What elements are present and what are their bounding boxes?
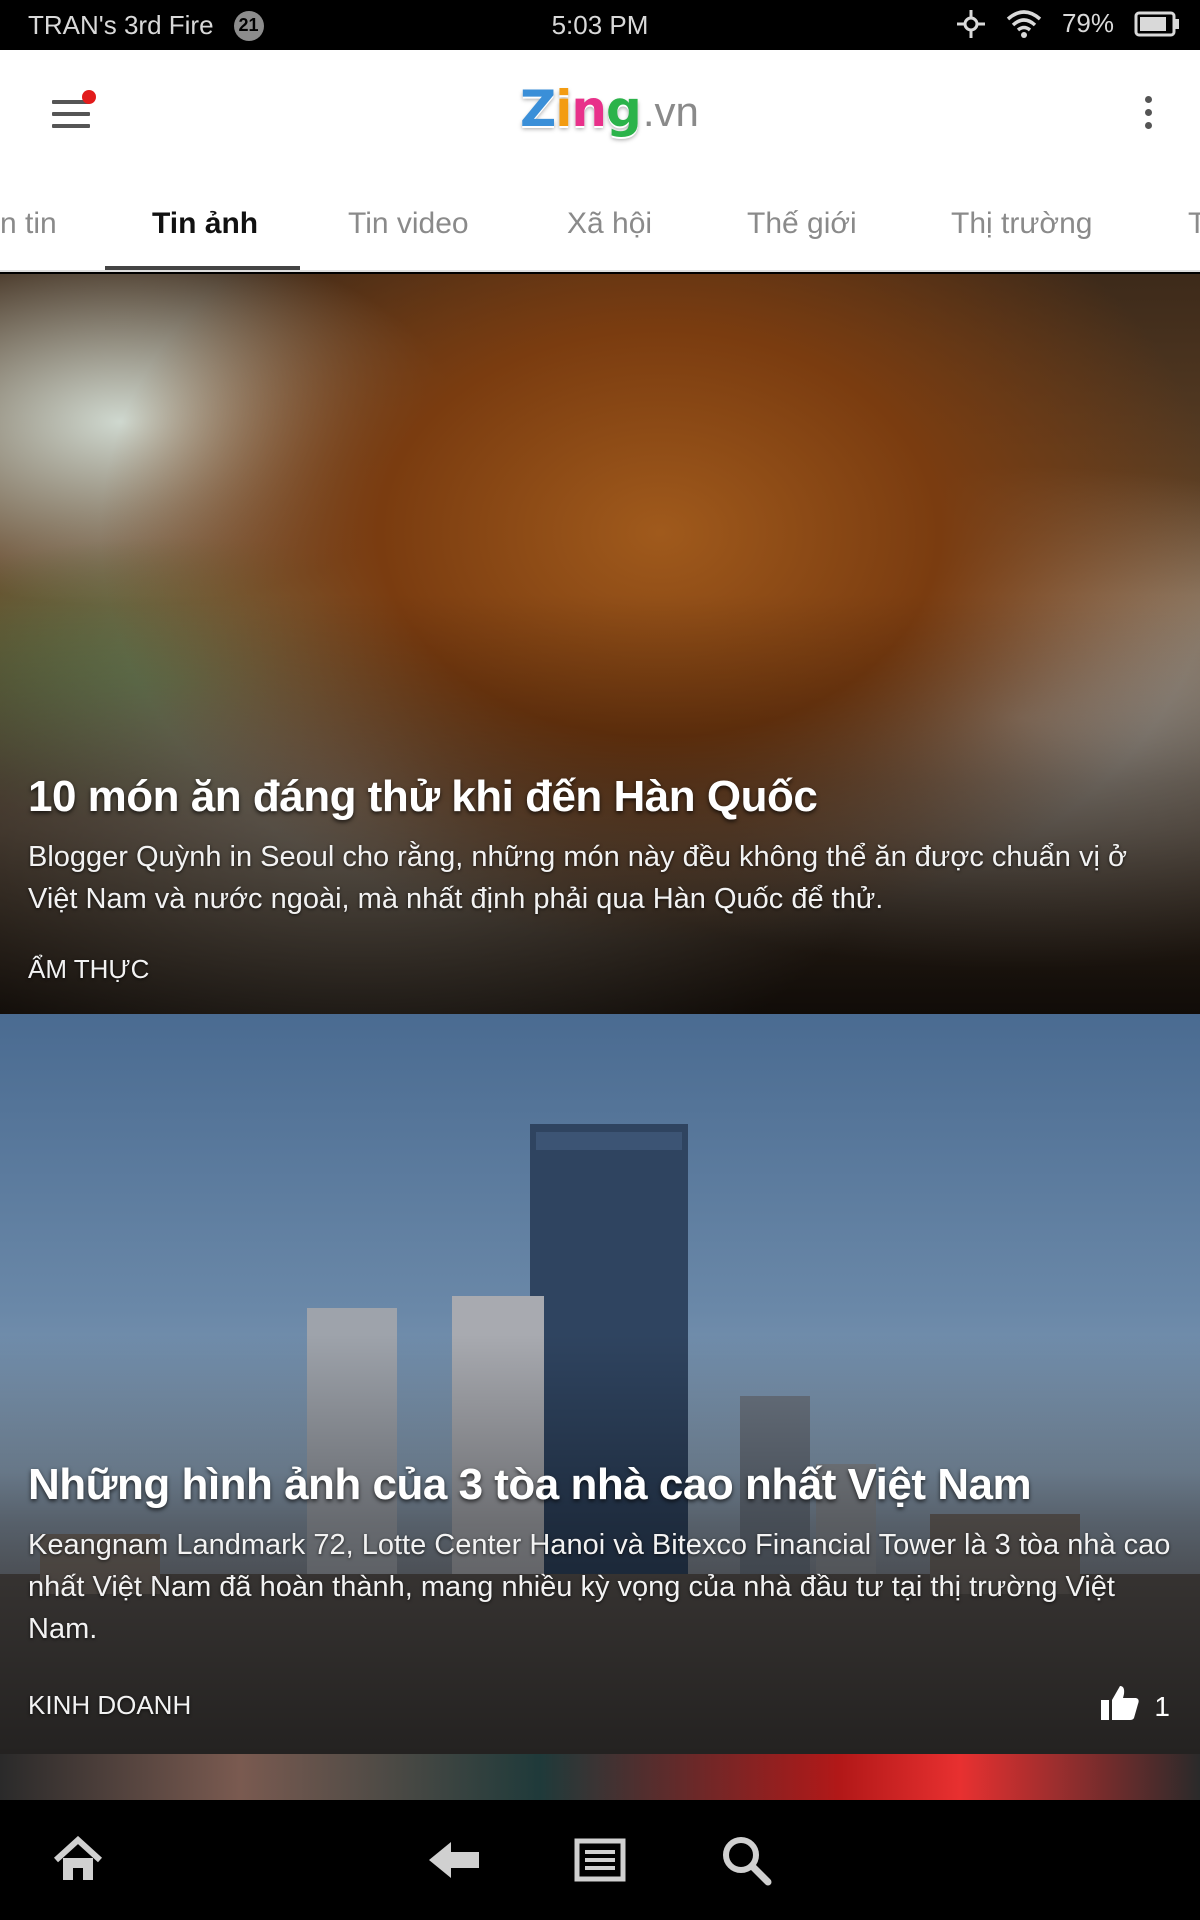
tab-tin-video[interactable]: Tin video	[348, 178, 469, 270]
logo-letter: i	[555, 80, 572, 138]
system-nav-bar	[0, 1800, 1200, 1920]
article-title: 10 món ăn đáng thử khi đến Hàn Quốc	[28, 772, 818, 821]
zing-logo[interactable]: Zing .vn	[520, 80, 699, 150]
back-icon	[427, 1840, 481, 1885]
article-card-partial[interactable]	[0, 1754, 1200, 1800]
battery-icon	[1134, 11, 1180, 37]
logo-letter: n	[571, 80, 607, 138]
more-vertical-icon	[1136, 96, 1160, 129]
tab-partial-right[interactable]: T	[1188, 178, 1200, 270]
like-button[interactable]: 1	[1100, 1684, 1170, 1729]
recent-apps-icon	[574, 1838, 626, 1887]
wifi-icon	[1006, 9, 1042, 39]
more-options-button[interactable]	[1136, 96, 1160, 136]
logo-letter: g	[606, 80, 642, 138]
like-count: 1	[1154, 1690, 1170, 1722]
thumbs-up-icon	[1100, 1684, 1140, 1729]
recent-apps-button[interactable]	[570, 1832, 630, 1892]
article-card-buildings[interactable]: Những hình ảnh của 3 tòa nhà cao nhất Vi…	[0, 1014, 1200, 1754]
home-button[interactable]	[48, 1832, 108, 1892]
status-bar: TRAN's 3rd Fire 21 5:03 PM 79%	[0, 0, 1200, 50]
article-category[interactable]: KINH DOANH	[28, 1690, 191, 1721]
status-right: 79%	[956, 8, 1180, 39]
location-icon	[956, 9, 986, 39]
tab-partial-left[interactable]: n tin	[0, 178, 57, 270]
logo-suffix: .vn	[642, 88, 699, 135]
tab-tin-anh[interactable]: Tin ảnh	[152, 178, 258, 270]
notification-dot	[82, 90, 96, 104]
article-card-food[interactable]: 10 món ăn đáng thử khi đến Hàn Quốc Blog…	[0, 274, 1200, 1014]
home-icon	[52, 1835, 104, 1889]
app-bar: Zing .vn	[0, 50, 1200, 178]
battery-percent: 79%	[1061, 8, 1114, 38]
search-button[interactable]	[716, 1832, 776, 1892]
tab-the-gioi[interactable]: Thế giới	[747, 178, 857, 270]
logo-letter: Z	[520, 80, 556, 138]
logo-main: Zing	[520, 80, 642, 138]
search-icon	[720, 1834, 772, 1891]
hamburger-menu-button[interactable]	[50, 90, 96, 134]
active-tab-indicator	[105, 266, 300, 270]
article-description: Keangnam Landmark 72, Lotte Center Hanoi…	[28, 1529, 1171, 1645]
back-button[interactable]	[424, 1832, 484, 1892]
tab-xa-hoi[interactable]: Xã hội	[567, 178, 652, 270]
article-description: Blogger Quỳnh in Seoul cho rằng, những m…	[28, 841, 1128, 915]
article-title: Những hình ảnh của 3 tòa nhà cao nhất Vi…	[28, 1460, 1032, 1509]
tab-thi-truong[interactable]: Thị trường	[951, 178, 1092, 270]
article-category[interactable]: ẨM THỰC	[28, 954, 149, 985]
category-tabs: n tin Tin ảnh Tin video Xã hội Thế giới …	[0, 178, 1200, 272]
